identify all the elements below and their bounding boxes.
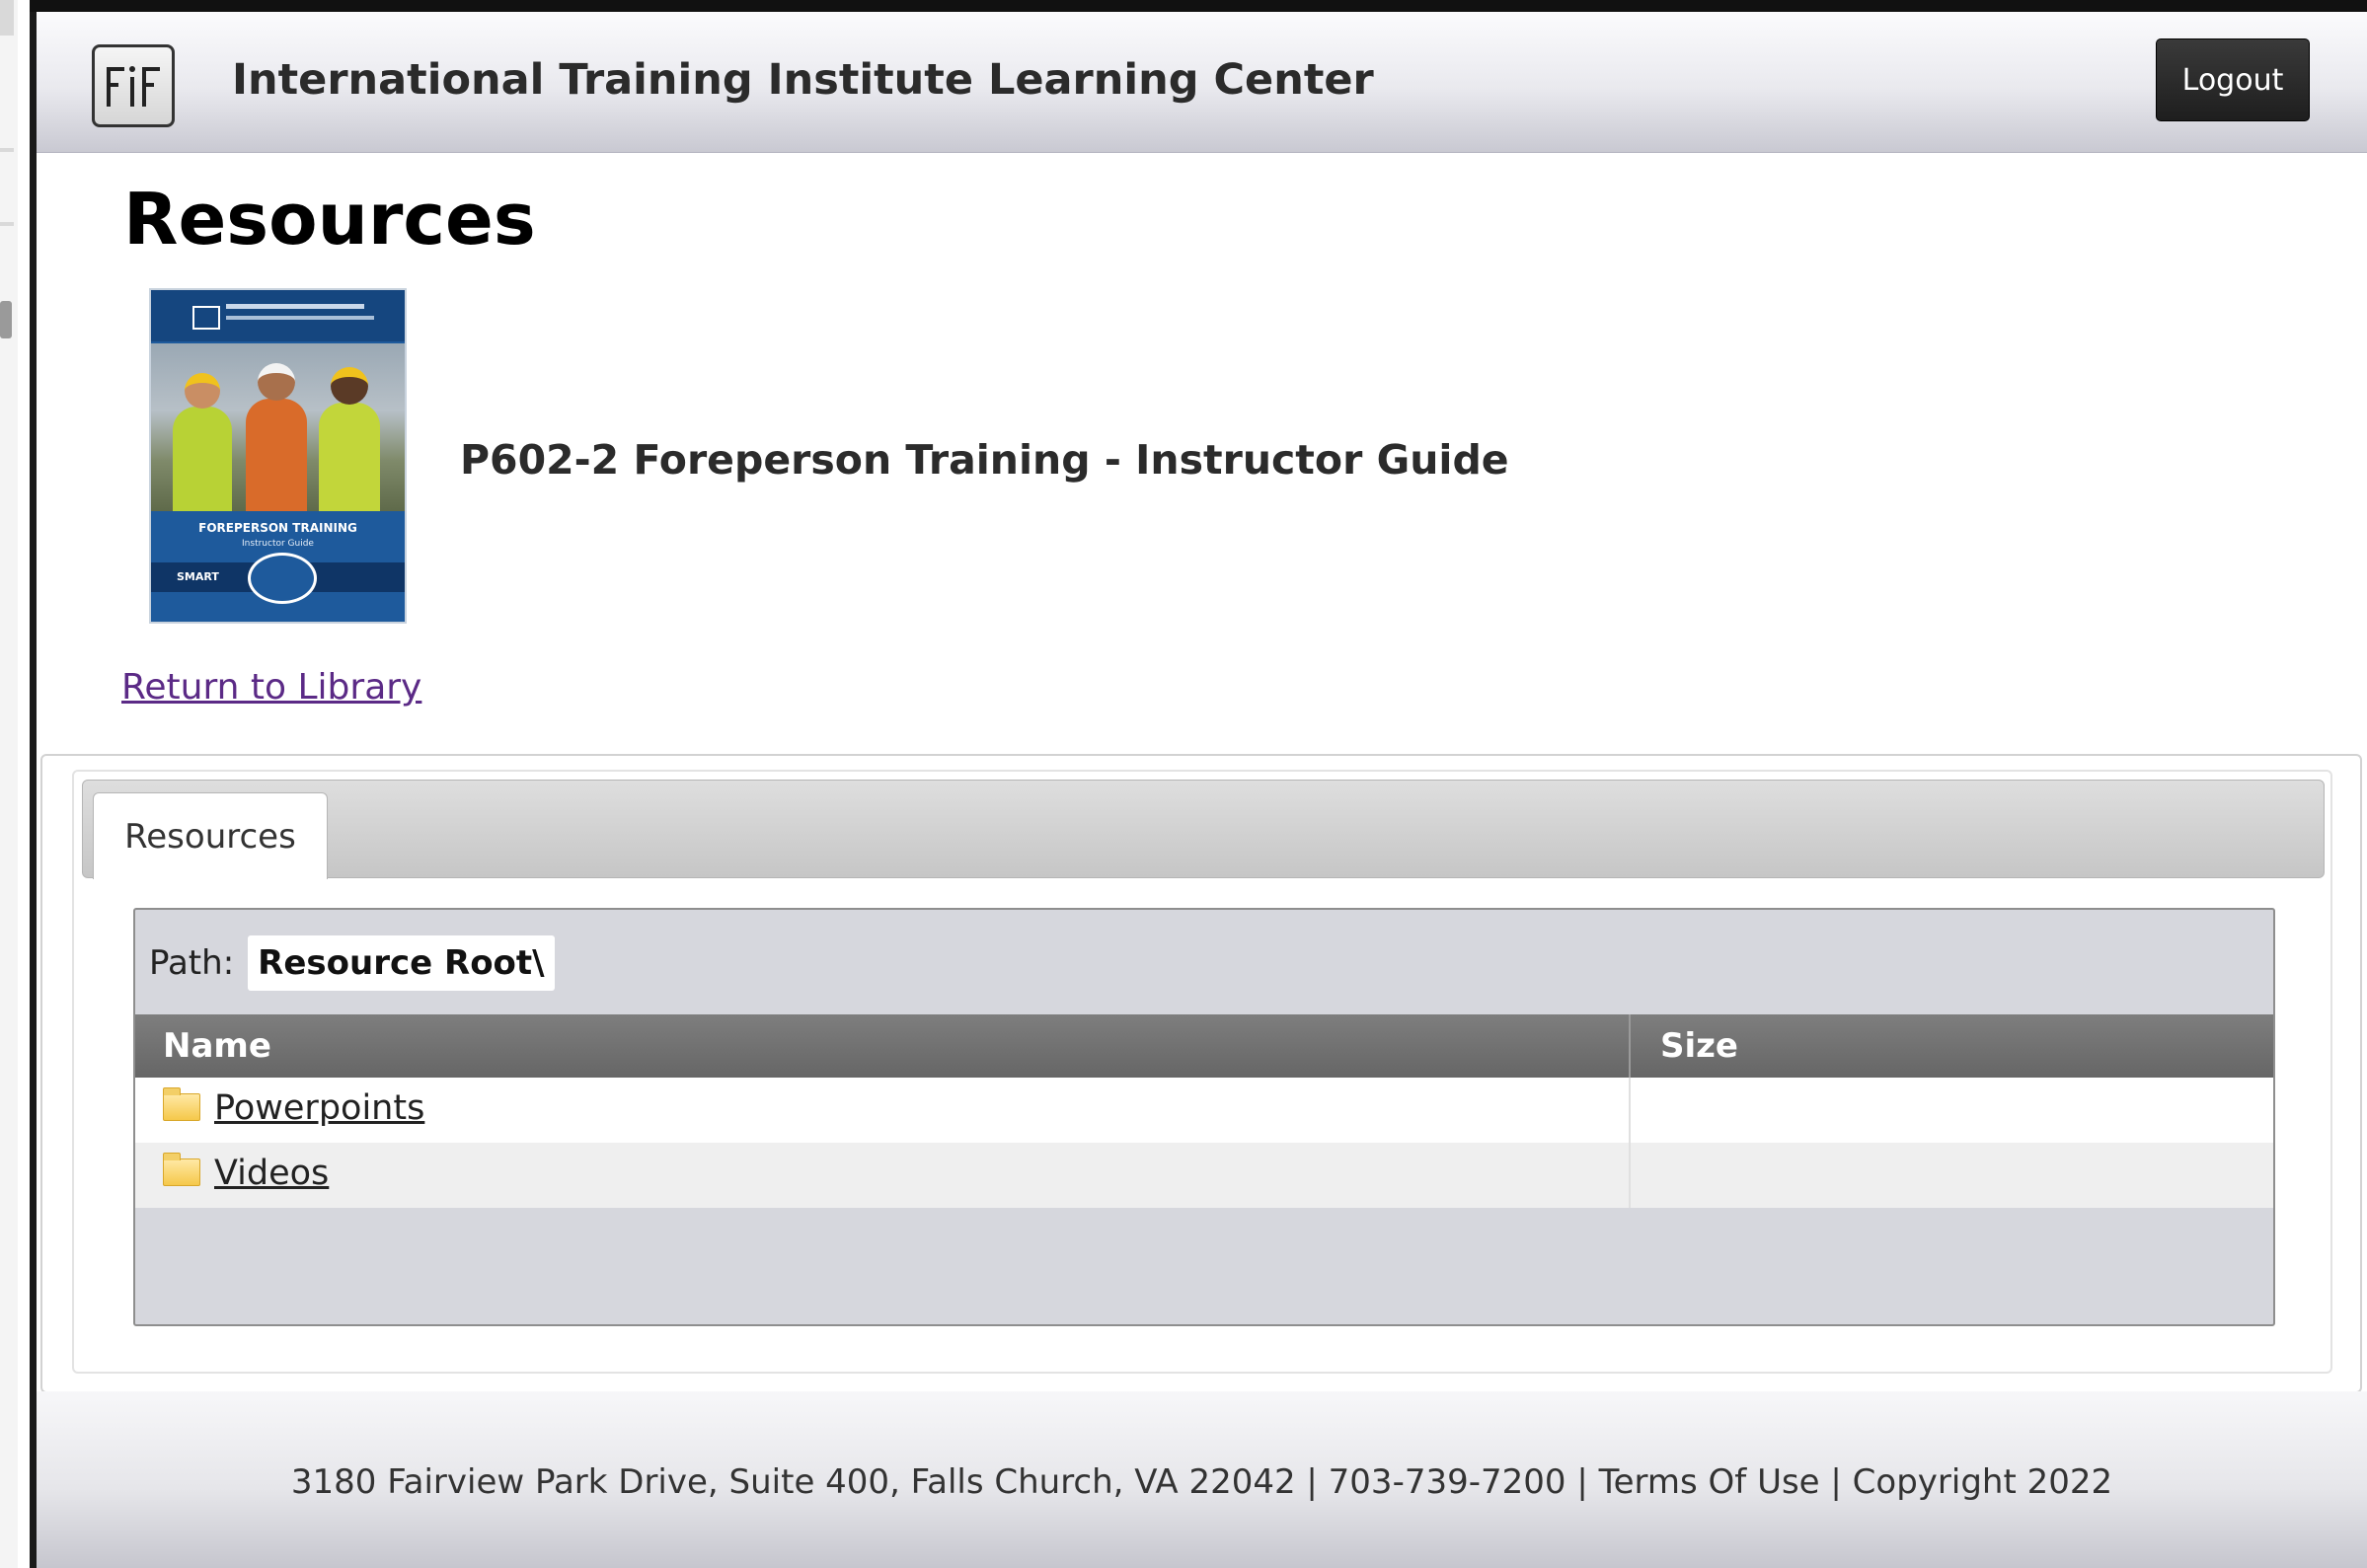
file-explorer: Path: Resource Root\ Name Size Powerpoin… <box>133 908 2275 1326</box>
page-title: Resources <box>123 178 536 261</box>
folder-icon <box>163 1087 200 1121</box>
cover-worker-head <box>258 363 295 401</box>
grid-header: Name Size <box>135 1014 2273 1078</box>
column-header-size[interactable]: Size <box>1660 1026 1738 1066</box>
cover-subtitle: Instructor Guide <box>242 539 314 549</box>
path-bar: Path: Resource Root\ <box>149 932 555 995</box>
cover-worker-head <box>185 373 220 409</box>
cover-header-line <box>226 316 374 320</box>
column-divider <box>1629 1078 1631 1143</box>
column-divider <box>1629 1014 1631 1078</box>
book-title: P602-2 Foreperson Training - Instructor … <box>460 436 1509 484</box>
return-to-library-link[interactable]: Return to Library <box>121 667 421 708</box>
side-strip-divider <box>0 222 14 226</box>
site-header: International Training Institute Learnin… <box>37 12 2367 153</box>
cover-seal-icon <box>248 553 317 604</box>
cover-worker <box>173 407 232 511</box>
side-strip-divider <box>0 148 14 152</box>
side-strip-marker <box>0 0 14 36</box>
logout-button[interactable]: Logout <box>2156 38 2310 121</box>
book-cover-image: FOREPERSON TRAINING Instructor Guide SMA… <box>149 288 407 624</box>
table-row[interactable]: Videos <box>135 1143 2273 1208</box>
cover-title: FOREPERSON TRAINING <box>198 521 357 535</box>
window-frame-border <box>30 0 37 1568</box>
browser-side-strip <box>0 0 18 1568</box>
site-footer: 3180 Fairview Park Drive, Suite 400, Fal… <box>37 1391 2367 1568</box>
path-label: Path: <box>149 943 235 983</box>
window-top-border <box>30 0 2367 12</box>
cover-worker <box>319 403 380 511</box>
cover-logo-icon <box>192 306 220 330</box>
tab-resources[interactable]: Resources <box>93 792 328 879</box>
iti-logo-icon[interactable] <box>92 44 175 127</box>
resources-panel-inner: Resources Path: Resource Root\ Name Size… <box>72 770 2332 1374</box>
folder-link-videos[interactable]: Videos <box>214 1154 329 1193</box>
footer-text: 3180 Fairview Park Drive, Suite 400, Fal… <box>290 1462 2113 1502</box>
folder-icon <box>163 1153 200 1186</box>
tab-strip: Resources <box>82 780 2325 879</box>
column-header-name[interactable]: Name <box>163 1026 271 1066</box>
resources-panel: Resources Path: Resource Root\ Name Size… <box>40 754 2362 1393</box>
cover-brand: SMART <box>177 570 219 583</box>
cover-worker <box>246 399 307 511</box>
cover-header-line <box>226 304 364 309</box>
side-scrollbar-thumb[interactable] <box>0 301 12 338</box>
table-row[interactable]: Powerpoints <box>135 1078 2273 1143</box>
cover-worker-head <box>331 367 368 405</box>
app-window: International Training Institute Learnin… <box>37 12 2367 1568</box>
path-value[interactable]: Resource Root\ <box>248 935 555 991</box>
folder-link-powerpoints[interactable]: Powerpoints <box>214 1088 424 1128</box>
column-divider <box>1629 1143 1631 1208</box>
site-title: International Training Institute Learnin… <box>232 55 1374 105</box>
logo-glyph <box>107 66 160 107</box>
